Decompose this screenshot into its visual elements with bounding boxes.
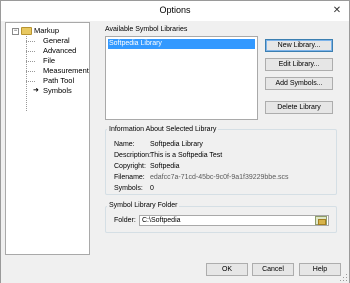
info-copyright-value: Softpedia — [150, 163, 180, 170]
library-info-label: Information About Selected Library — [107, 125, 219, 134]
tree-connector — [26, 81, 35, 82]
folder-path-input[interactable]: C:\Softpedia — [139, 215, 329, 226]
folder-icon — [21, 27, 32, 35]
tree-connector — [26, 71, 35, 72]
library-list[interactable]: Softpedia Library — [105, 36, 258, 120]
cancel-button[interactable]: Cancel — [252, 263, 294, 276]
close-icon[interactable]: ✕ — [330, 4, 344, 17]
info-description-key: Description: — [114, 152, 151, 159]
tree-item-markup[interactable]: Markup — [34, 26, 59, 36]
expander-minus-icon[interactable]: − — [12, 28, 19, 35]
title-bar: Options ✕ — [1, 1, 349, 21]
ok-button[interactable]: OK — [206, 263, 248, 276]
add-symbols-button[interactable]: Add Symbols... — [265, 77, 333, 90]
browse-folder-icon[interactable] — [315, 216, 327, 225]
info-copyright-key: Copyright: — [114, 163, 146, 170]
tree-connector — [26, 41, 35, 42]
dialog-footer: OK Cancel Help — [1, 256, 349, 283]
options-dialog: Options ✕ − Markup General Advanced File… — [0, 0, 350, 283]
info-name-key: Name: — [114, 141, 135, 148]
tree-connector — [26, 36, 27, 111]
tree-connector — [26, 51, 35, 52]
library-list-item[interactable]: Softpedia Library — [108, 39, 255, 49]
edit-library-button[interactable]: Edit Library... — [265, 58, 333, 71]
info-symbols-key: Symbols: — [114, 185, 143, 192]
info-filename-value: edafcc7a-71cd-45bc-9c0f-9a1f39229bbe.scs — [150, 174, 289, 181]
tree-item-symbols[interactable]: Symbols — [43, 86, 72, 96]
resize-grip-icon[interactable] — [340, 274, 348, 282]
current-arrow-icon: ➜ — [33, 87, 39, 94]
info-symbols-value: 0 — [150, 185, 154, 192]
tree-connector — [26, 61, 35, 62]
info-description-value: This is a Softpedia Test — [150, 152, 223, 159]
library-folder-label: Symbol Library Folder — [107, 201, 180, 210]
info-filename-key: Filename: — [114, 174, 145, 181]
tree-item-path-tool[interactable]: Path Tool — [43, 76, 74, 86]
tree-item-measurement[interactable]: Measurement — [43, 66, 89, 76]
info-name-value: Softpedia Library — [150, 141, 203, 148]
tree-item-general[interactable]: General — [43, 36, 70, 46]
tree-item-file[interactable]: File — [43, 56, 55, 66]
tree-item-advanced[interactable]: Advanced — [43, 46, 76, 56]
window-title: Options — [159, 5, 191, 15]
delete-library-button[interactable]: Delete Library — [265, 101, 333, 114]
libraries-label: Available Symbol Libraries — [105, 26, 188, 33]
new-library-button[interactable]: New Library... — [265, 39, 333, 52]
help-button[interactable]: Help — [299, 263, 341, 276]
options-tree[interactable]: − Markup General Advanced File Measureme… — [5, 22, 90, 255]
folder-key: Folder: — [114, 217, 136, 224]
